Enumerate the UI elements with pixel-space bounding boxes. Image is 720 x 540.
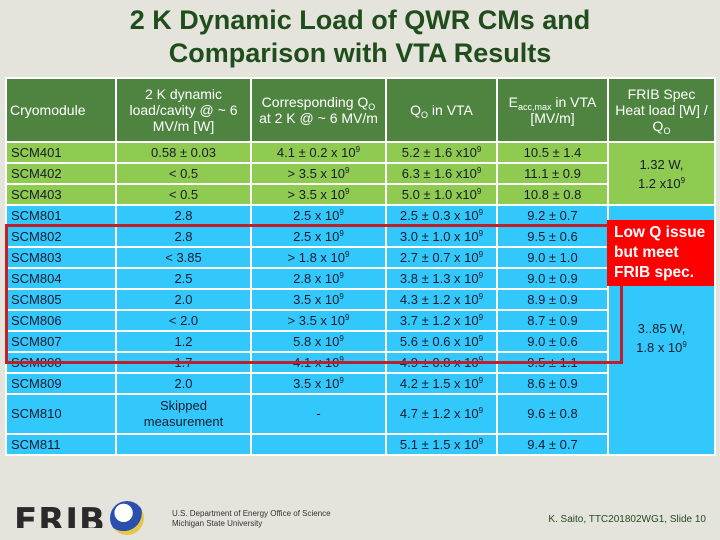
header-eacc: Eacc,max in VTA [MV/m] xyxy=(496,77,609,143)
cell-cryomodule: SCM806 xyxy=(5,309,117,332)
cell-q0-2k: 2.5 x 109 xyxy=(250,225,387,248)
cell-eacc: 9.2 ± 0.7 xyxy=(496,204,609,227)
callout-low-q: Low Q issue but meet FRIB spec. xyxy=(607,220,714,286)
cell-load: 2.0 xyxy=(115,372,252,395)
cell-cryomodule: SCM801 xyxy=(5,204,117,227)
org-line-2: Michigan State University xyxy=(172,519,263,528)
cell-q0-2k: 3.5 x 109 xyxy=(250,288,387,311)
header-q0-2k: Corresponding QO at 2 K @ ~ 6 MV/m xyxy=(250,77,387,143)
cell-q0-vta: 3.0 ± 1.0 x 109 xyxy=(385,225,498,248)
cell-frib-spec-scm400: 1.32 W, 1.2 x109 xyxy=(607,141,716,206)
cell-q0-vta: 5.0 ± 1.0 x109 xyxy=(385,183,498,206)
cell-cryomodule: SCM403 xyxy=(5,183,117,206)
cell-eacc: 9.4 ± 0.7 xyxy=(496,433,609,456)
cell-load: < 0.5 xyxy=(115,162,252,185)
cell-q0-2k: > 3.5 x 109 xyxy=(250,183,387,206)
cell-q0-2k: 4.1 x 109 xyxy=(250,351,387,374)
cell-load: 2.0 xyxy=(115,288,252,311)
cell-q0-vta: 4.3 ± 1.2 x 109 xyxy=(385,288,498,311)
cell-q0-vta: 2.7 ± 0.7 x 109 xyxy=(385,246,498,269)
cell-eacc: 9.0 ± 1.0 xyxy=(496,246,609,269)
cell-eacc: 8.6 ± 0.9 xyxy=(496,372,609,395)
cell-q0-vta: 4.9 ± 0.8 x 109 xyxy=(385,351,498,374)
cell-eacc: 9.5 ± 1.1 xyxy=(496,351,609,374)
cell-cryomodule: SCM401 xyxy=(5,141,117,164)
cell-q0-2k: 4.1 ± 0.2 x 109 xyxy=(250,141,387,164)
title-line-1: 2 K Dynamic Load of QWR CMs and xyxy=(129,5,591,35)
header-frib-spec: FRIB Spec Heat load [W] / QO xyxy=(607,77,716,143)
header-q0-vta: QO in VTA xyxy=(385,77,498,143)
cell-eacc: 9.5 ± 0.6 xyxy=(496,225,609,248)
cell-load: < 3.85 xyxy=(115,246,252,269)
header-row: Cryomodule 2 K dynamic load/cavity @ ~ 6… xyxy=(5,77,716,143)
org-text: U.S. Department of Energy Office of Scie… xyxy=(172,509,331,529)
cell-cryomodule: SCM810 xyxy=(5,393,117,435)
cell-eacc: 9.0 ± 0.6 xyxy=(496,330,609,353)
cell-cryomodule: SCM402 xyxy=(5,162,117,185)
cell-eacc: 8.9 ± 0.9 xyxy=(496,288,609,311)
cell-cryomodule: SCM809 xyxy=(5,372,117,395)
cell-eacc: 11.1 ± 0.9 xyxy=(496,162,609,185)
cell-q0-2k: 5.8 x 109 xyxy=(250,330,387,353)
slide-title: 2 K Dynamic Load of QWR CMs and Comparis… xyxy=(0,4,720,70)
header-cryomodule: Cryomodule xyxy=(5,77,117,143)
header-load: 2 K dynamic load/cavity @ ~ 6 MV/m [W] xyxy=(115,77,252,143)
cell-q0-vta: 4.7 ± 1.2 x 109 xyxy=(385,393,498,435)
cell-q0-vta: 4.2 ± 1.5 x 109 xyxy=(385,372,498,395)
cell-load: Skipped measurement xyxy=(115,393,252,435)
cell-cryomodule: SCM803 xyxy=(5,246,117,269)
cell-q0-2k: > 3.5 x 109 xyxy=(250,309,387,332)
cell-eacc: 8.7 ± 0.9 xyxy=(496,309,609,332)
cell-load: 2.5 xyxy=(115,267,252,290)
cell-load: 2.8 xyxy=(115,225,252,248)
table-row: SCM401 0.58 ± 0.03 4.1 ± 0.2 x 109 5.2 ± 1.… xyxy=(5,141,716,206)
cell-eacc: 9.6 ± 0.8 xyxy=(496,393,609,435)
org-line-1: U.S. Department of Energy Office of Scie… xyxy=(172,509,331,518)
cell-cryomodule: SCM805 xyxy=(5,288,117,311)
cell-cryomodule: SCM808 xyxy=(5,351,117,374)
cell-eacc: 10.8 ± 0.8 xyxy=(496,183,609,206)
cell-q0-2k: 2.5 x 109 xyxy=(250,204,387,227)
cell-q0-vta: 6.3 ± 1.6 x109 xyxy=(385,162,498,185)
cell-load: 2.8 xyxy=(115,204,252,227)
cell-eacc: 10.5 ± 1.4 xyxy=(496,141,609,164)
frib-logo-text: FRIB xyxy=(14,506,106,528)
title-line-2: Comparison with VTA Results xyxy=(168,38,552,68)
cell-q0-vta: 5.2 ± 1.6 x109 xyxy=(385,141,498,164)
cell-load: 0.58 ± 0.03 xyxy=(115,141,252,164)
cell-cryomodule: SCM804 xyxy=(5,267,117,290)
cell-load: 1.2 xyxy=(115,330,252,353)
cell-load xyxy=(115,433,252,456)
frib-logo: FRIB xyxy=(14,501,144,536)
cell-q0-vta: 3.8 ± 1.3 x 109 xyxy=(385,267,498,290)
slide-credit: K. Saito, TTC201802WG1, Slide 10 xyxy=(548,514,706,525)
globe-icon xyxy=(109,501,144,535)
cell-load: < 0.5 xyxy=(115,183,252,206)
cell-q0-2k: 2.8 x 109 xyxy=(250,267,387,290)
cell-q0-2k: - xyxy=(250,393,387,435)
cell-load: < 2.0 xyxy=(115,309,252,332)
cell-q0-vta: 3.7 ± 1.2 x 109 xyxy=(385,309,498,332)
cell-q0-vta: 5.1 ± 1.5 x 109 xyxy=(385,433,498,456)
cell-cryomodule: SCM807 xyxy=(5,330,117,353)
cell-q0-2k: 3.5 x 109 xyxy=(250,372,387,395)
cell-q0-vta: 2.5 ± 0.3 x 109 xyxy=(385,204,498,227)
cell-cryomodule: SCM802 xyxy=(5,225,117,248)
cell-q0-2k xyxy=(250,433,387,456)
cell-q0-2k: > 1.8 x 109 xyxy=(250,246,387,269)
cell-cryomodule: SCM811 xyxy=(5,433,117,456)
cell-q0-vta: 5.6 ± 0.6 x 109 xyxy=(385,330,498,353)
cell-q0-2k: > 3.5 x 109 xyxy=(250,162,387,185)
cell-eacc: 9.0 ± 0.9 xyxy=(496,267,609,290)
cell-load: 1.7 xyxy=(115,351,252,374)
